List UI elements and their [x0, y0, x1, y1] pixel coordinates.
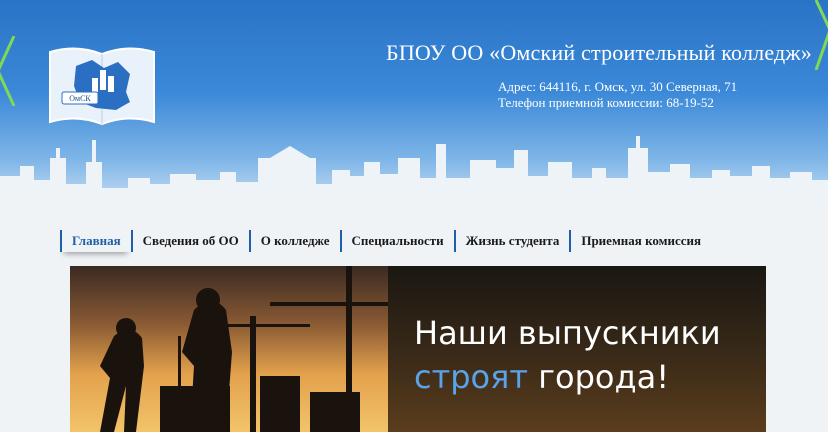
- nav-item-admissions[interactable]: Приемная комиссия: [569, 230, 711, 252]
- banner-headline: Наши выпускники: [414, 314, 721, 352]
- main-navigation: Главная Сведения об ОО О колледже Специа…: [60, 226, 711, 256]
- nav-item-student-life[interactable]: Жизнь студента: [453, 230, 570, 252]
- college-logo[interactable]: ОмСК: [46, 40, 158, 132]
- banner-subheadline: строят города!: [414, 358, 669, 396]
- logo-text: ОмСК: [69, 94, 91, 103]
- decorative-chevron: [0, 36, 16, 106]
- phone-text: Телефон приемной комиссии: 68-19-52: [498, 95, 714, 110]
- banner-rest-text: города!: [528, 358, 670, 396]
- nav-item-specialties[interactable]: Специальности: [339, 230, 454, 252]
- nav-item-about[interactable]: О колледже: [248, 230, 340, 252]
- nav-item-org-info[interactable]: Сведения об ОО: [130, 230, 249, 252]
- contact-info: Адрес: 644116, г. Омск, ул. 30 Северная,…: [498, 79, 737, 111]
- site-header: ОмСК БПОУ ОО «Омский строительный коллед…: [0, 0, 828, 205]
- construction-workers-image: [70, 266, 388, 432]
- nav-item-home[interactable]: Главная: [60, 230, 131, 252]
- address-text: Адрес: 644116, г. Омск, ул. 30 Северная,…: [498, 79, 738, 94]
- page-title: БПОУ ОО «Омский строительный колледж»: [386, 40, 812, 65]
- banner-accent-word: строят: [414, 358, 529, 396]
- decorative-chevron: [814, 0, 828, 70]
